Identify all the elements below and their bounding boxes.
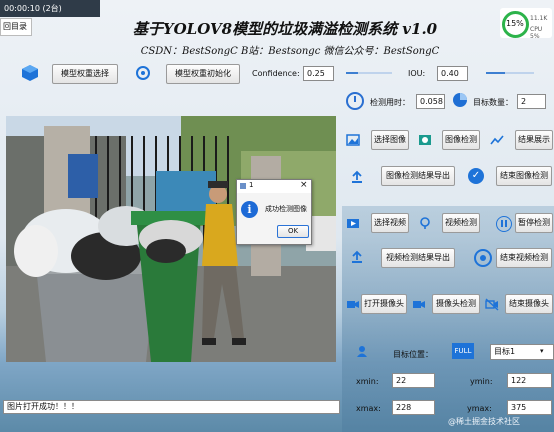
video-detect-icon (418, 216, 432, 233)
detect-image-button[interactable]: 图像检测 (442, 130, 480, 150)
dialog-app-icon (240, 183, 246, 189)
pie-icon (452, 92, 468, 111)
select-image-button[interactable]: 选择图像 (371, 130, 409, 150)
target-position-label: 目标位置： (393, 350, 433, 359)
ymin-field[interactable]: 122 (507, 373, 552, 388)
ymin-label: ymin: (470, 377, 493, 386)
target-select-value: 目标1 (494, 347, 516, 356)
camera-icon (346, 297, 360, 314)
pause-button[interactable]: 暂停检测 (515, 213, 553, 233)
chart-icon (490, 133, 504, 150)
target-select[interactable]: 目标1 ▾ (490, 344, 554, 360)
perf-widget: 15% 11.1K CPU 5% (500, 8, 552, 40)
confidence-slider-fill (346, 72, 358, 74)
end-image-button[interactable]: 结束图像检测 (496, 166, 552, 186)
export-video-button[interactable]: 视频检测结果导出 (381, 248, 455, 268)
menu-tab-label: 回目录 (3, 22, 27, 31)
upload-icon (350, 170, 364, 187)
timer-icon (346, 92, 364, 110)
dialog-message: 成功检测图像 (265, 205, 307, 213)
chevron-down-icon: ▾ (540, 347, 544, 355)
cpu-ring: 15% (502, 11, 529, 38)
iou-slider-fill (486, 72, 506, 74)
xmin-field[interactable]: 22 (392, 373, 435, 388)
end-video-button[interactable]: 结束视频检测 (496, 248, 552, 268)
count-label: 目标数量： (473, 98, 513, 107)
end-camera-button[interactable]: 结束摄像头 (505, 294, 553, 314)
ok-button[interactable]: OK (277, 225, 309, 238)
target-icon (135, 65, 151, 84)
cpu-text: CPU 5% (530, 26, 543, 40)
image-icon (346, 133, 360, 150)
camera-detect-icon (412, 297, 426, 314)
iou-slider[interactable] (486, 72, 534, 74)
xmax-field[interactable]: 228 (392, 400, 435, 415)
pause-icon (496, 216, 512, 232)
video-upload-icon (350, 250, 364, 267)
status-text: 图片打开成功！！！ (3, 400, 340, 414)
ymax-label: ymax: (467, 404, 492, 413)
iou-label: IOU: (408, 69, 426, 78)
init-model-button[interactable]: 模型权重初始化 (166, 64, 240, 84)
count-value: 2 (517, 94, 546, 109)
message-dialog: 1 × i 成功检测图像 OK (236, 179, 312, 245)
xmax-label: xmax: (356, 404, 381, 413)
show-result-button[interactable]: 结果展示 (515, 130, 553, 150)
ymax-field[interactable]: 375 (507, 400, 552, 415)
detect-video-button[interactable]: 视频检测 (442, 213, 480, 233)
confidence-label: Confidence: (252, 69, 300, 78)
confidence-slider[interactable] (346, 72, 392, 74)
select-model-button[interactable]: 模型权重选择 (52, 64, 118, 84)
dialog-title: 1 (249, 181, 254, 189)
video-icon (346, 216, 360, 233)
time-text: 00:00:10 (2台) (4, 4, 62, 13)
time-label: 检测用时： (370, 98, 410, 107)
detect-camera-button[interactable]: 摄像头检测 (432, 294, 480, 314)
location-icon (355, 344, 369, 361)
check-icon: ✓ (468, 168, 484, 184)
menu-tab[interactable]: 回目录 (0, 18, 32, 36)
page-subtitle: CSDN：BestSongC B站：Bestsongc 微信公众号：BestSo… (140, 46, 440, 57)
close-icon[interactable]: × (300, 180, 308, 190)
time-value: 0.058 (416, 94, 445, 109)
export-image-button[interactable]: 图像检测结果导出 (381, 166, 455, 186)
net-text: 11.1K (530, 15, 548, 22)
camera-off-icon (485, 297, 499, 314)
image-detect-icon (418, 133, 432, 150)
panel-sea-band (342, 206, 554, 432)
target-class-badge: FULL (452, 343, 474, 359)
open-camera-button[interactable]: 打开摄像头 (361, 294, 407, 314)
badge-text: FULL (454, 347, 472, 355)
iou-spinbox[interactable]: 0.40 (437, 66, 468, 81)
info-icon: i (241, 201, 258, 218)
time-strip: 00:00:10 (2台) (0, 0, 100, 17)
cube-icon (21, 64, 39, 85)
select-video-button[interactable]: 选择视频 (371, 213, 409, 233)
confidence-spinbox[interactable]: 0.25 (303, 66, 334, 81)
stop-icon (474, 249, 492, 267)
watermark: @稀土掘金技术社区 (448, 417, 520, 426)
xmin-label: xmin: (356, 377, 379, 386)
page-title: 基于YOLOV8模型的垃圾满溢检测系统 v1.0 (132, 20, 438, 38)
dialog-titlebar: 1 × (237, 180, 311, 193)
cpu-percent: 15% (506, 19, 524, 28)
